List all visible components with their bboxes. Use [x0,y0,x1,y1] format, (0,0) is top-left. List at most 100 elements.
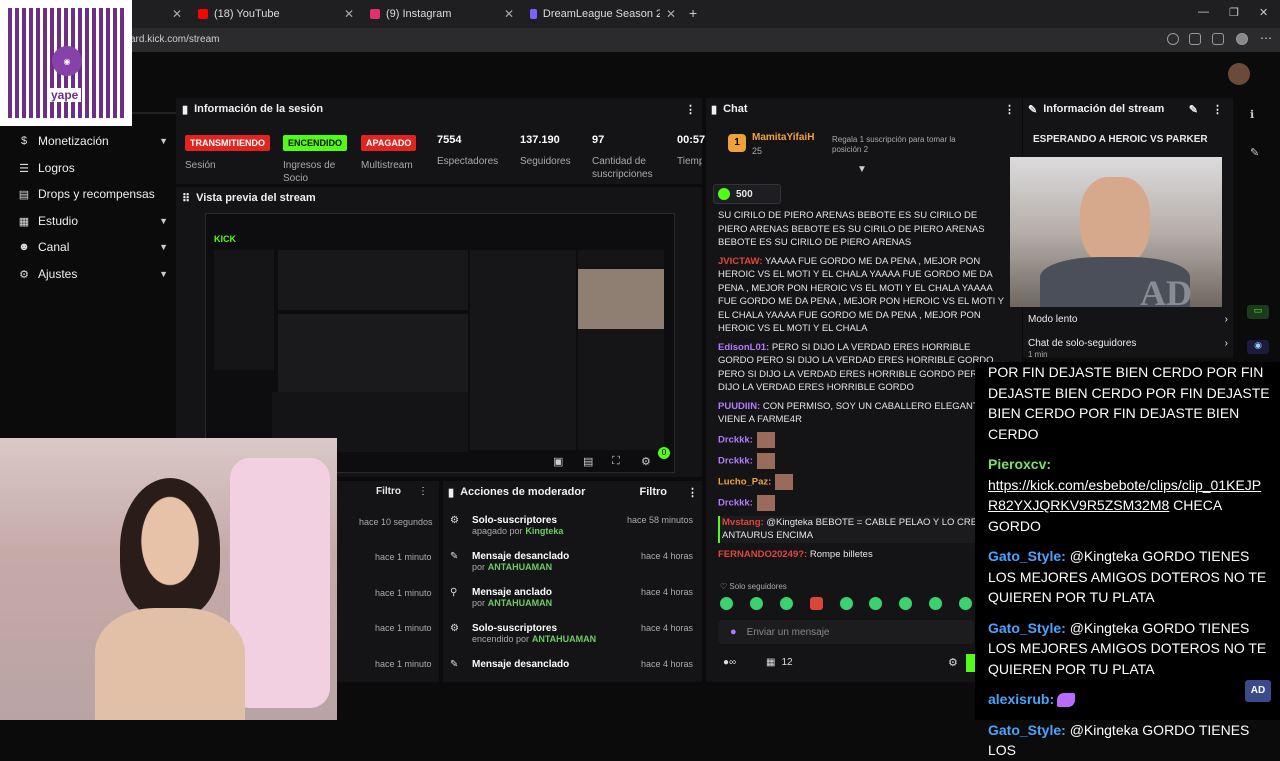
info-icon[interactable]: ℹ [1250,108,1254,121]
chat-username[interactable]: FERNANDO20249?: [718,549,807,560]
profile-icon[interactable] [1236,33,1248,45]
send-button[interactable] [966,654,975,672]
emote-icon[interactable] [869,597,883,610]
favorites-icon[interactable] [1212,33,1224,45]
emote-icon[interactable] [809,597,823,610]
more-icon[interactable]: ⋯ [1260,31,1272,45]
webcam-overlay-left [0,438,337,720]
mod-actor[interactable]: Kingteka [525,526,563,536]
gear-icon[interactable]: ⚙ [948,656,958,669]
tab-label: (9) Instagram [386,8,452,20]
status-badge: ENCENDIDO [283,135,348,151]
chevron-right-icon: › [1224,314,1228,325]
emote-icon[interactable] [839,597,853,610]
gift-counter[interactable]: ▦ 12 [766,657,793,668]
fullscreen-icon[interactable]: ⛶ [612,455,626,467]
kebab-icon[interactable]: ⋮ [687,486,698,499]
sidebar-item-estudio[interactable]: ▦ Estudio ▼ [18,211,168,231]
maximize-icon[interactable]: ❐ [1229,6,1239,19]
sidebar-item-ajustes[interactable]: ⚙ Ajustes ▼ [18,264,168,284]
stat-label: Tiempo en vivo [677,156,702,167]
emote-icon[interactable] [959,597,972,610]
kicks-pill[interactable]: 500 [713,184,781,204]
status-badge-multistream: APAGADO [361,133,417,151]
top-gifter-name[interactable]: MamitaYifaiH [752,132,814,143]
sidebar-item-logros[interactable]: ☰ Logros [18,158,168,178]
emote-icon[interactable] [720,597,733,610]
window-close-icon[interactable]: ✕ [1259,6,1268,19]
url-text[interactable]: ard.kick.com/stream [130,34,219,45]
kebab-icon[interactable]: ⋮ [685,103,696,116]
settings-icon[interactable]: ⚙ [641,455,655,468]
chat-message: SU CIRILO DE PIERO ARENAS BEBOTE ES SU C… [718,209,1004,250]
tab-dreamleague[interactable]: DreamLeague Season 28: South A ✕ [522,3,684,25]
chat-message: PUUDIIN: CON PERMISO, SOY UN CABALLERO E… [718,400,1004,427]
emote-icon[interactable] [899,597,913,610]
drag-handle-icon[interactable]: ⠿ [182,192,190,205]
gift-prompt[interactable]: Regala 1 suscripción para tomar la posic… [832,135,972,155]
kebab-icon[interactable]: ⋮ [418,486,428,497]
sidebar-item-canal[interactable]: ☻ Canal ▼ [18,237,168,257]
radio-icon[interactable]: ◉ [1247,340,1269,354]
emote-icon[interactable] [749,597,763,610]
overlay-message: Gato_Style: @Kingteka GORDO TIENES LOS [988,720,1270,761]
chat-username[interactable]: Lucho_Paz: [718,476,771,487]
kebab-icon[interactable]: ⋮ [1212,103,1223,116]
tab-youtube[interactable]: (18) YouTube ✕ [190,3,362,25]
youtube-icon [198,9,208,19]
chat-username[interactable]: Drckkk: [718,434,753,445]
drag-handle-icon[interactable]: ✎ [1028,103,1037,116]
watermark-logo: AD [1140,273,1192,313]
edit-icon[interactable]: ✎ [1189,103,1198,116]
option-label: Chat de solo-seguidores [1028,338,1137,349]
filter-button[interactable]: Filtro [640,486,668,498]
chat-username[interactable]: EdisonL01: [718,342,769,353]
sidebar-item-drops[interactable]: ▤ Drops y recompensas [18,184,168,204]
overlay-username: Gato_Style: [988,721,1066,738]
stream-preview[interactable]: KICK [205,213,675,473]
chat-text: Rompe billetes [807,548,873,560]
sidebar-item-monetizacion[interactable]: $ Monetización ▼ [18,131,168,151]
chat-message: Drckkk: [718,494,1004,511]
pencil-icon[interactable]: ✎ [1250,146,1259,159]
qr-pattern: ◉ yape [8,8,124,118]
chat-username[interactable]: Drckkk: [718,497,753,508]
kebab-icon[interactable]: ⋮ [1004,103,1015,116]
mod-actor[interactable]: ANTAHUAMAN [532,634,596,644]
chat-username[interactable]: Drckkk: [718,455,753,466]
minimize-icon[interactable]: — [1198,6,1209,18]
mod-actor[interactable]: ANTAHUAMAN [488,562,552,572]
filter-button[interactable]: Filtro [376,486,401,497]
option-modo-lento[interactable]: Modo lento › [1028,314,1228,325]
close-icon[interactable]: ✕ [344,7,354,21]
close-icon[interactable]: ✕ [666,7,676,21]
screenshot-icon[interactable]: ▣ [553,455,567,468]
mod-actor[interactable]: ANTAHUAMAN [488,598,552,608]
tab-instagram[interactable]: (9) Instagram ✕ [362,3,522,25]
mic-icon[interactable]: ● [730,626,737,638]
chat-username[interactable]: JVICTAW: [718,256,763,267]
chevron-down-icon[interactable]: ▼ [857,164,867,175]
option-solo-seguidores[interactable]: Chat de solo-seguidores › [1028,338,1228,349]
activity-time: hace 1 minuto [375,552,432,562]
infinity-icon[interactable]: ●∞ [723,657,736,668]
chat-username[interactable]: Mvstang: [722,517,764,528]
chat-input[interactable]: ● Enviar un mensaje [718,620,974,644]
avatar[interactable] [1228,63,1250,85]
new-tab-button[interactable]: + [689,5,697,21]
streaminfo-title: Información del stream [1043,103,1165,115]
star-icon[interactable] [1167,33,1179,45]
chat-username[interactable]: PUUDIIN: [718,401,760,412]
qr-brand-text: yape [48,88,82,102]
close-icon[interactable]: ✕ [172,7,182,21]
sidebar-item-label: Monetización [38,134,109,148]
extension-icon[interactable] [1189,33,1201,45]
preview-video [278,314,468,394]
emote-icon[interactable] [929,597,943,610]
sidebar-item-label: Canal [38,240,70,254]
close-icon[interactable]: ✕ [504,7,514,21]
emote-icon[interactable] [779,597,793,610]
clip-icon[interactable]: ▤ [583,455,597,468]
info-icon: ▮ [182,103,189,116]
chat-icon[interactable]: ▭ [1247,305,1269,319]
